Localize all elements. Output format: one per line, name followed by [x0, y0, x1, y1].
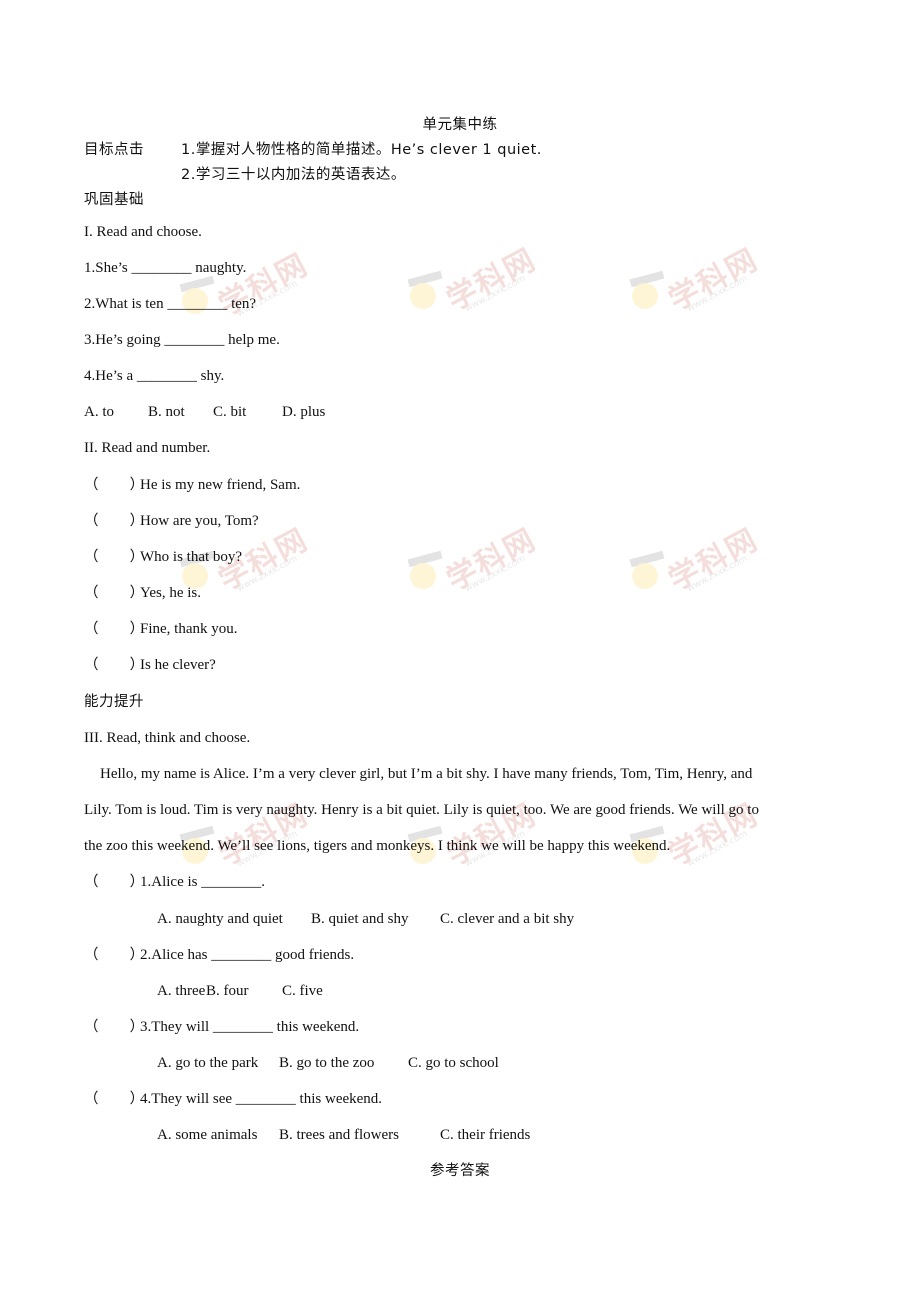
part3-question: （ ）3.They will ________ this weekend.	[84, 1018, 359, 1036]
answer-paren[interactable]: （ ）	[84, 946, 144, 964]
page-title: 单元集中练	[422, 117, 498, 133]
part3-question: （ ）1.Alice is ________.	[84, 873, 265, 891]
part3-question-stem: 4.They will see ________ this weekend.	[140, 1091, 383, 1107]
part3-question-stem: 2.Alice has ________ good friends.	[140, 947, 355, 963]
part2-item-text: Yes, he is.	[140, 585, 201, 601]
part3-option: B. four	[206, 983, 249, 999]
watermark-logo: 学科网 www.zxxk.com	[629, 242, 780, 325]
part2-item: （ ）He is my new friend, Sam.	[84, 476, 300, 494]
part2-heading: II. Read and number.	[84, 440, 211, 456]
document-page: 学科网 www.zxxk.com 学科网 www.zxxk.com 学科网 www.z…	[0, 0, 920, 1302]
answer-paren[interactable]: （ ）	[84, 476, 144, 494]
passage-line: Lily. Tom is loud. Tim is very naughty. …	[84, 802, 759, 818]
objective-item: 2.学习三十以内加法的英语表达。	[181, 167, 406, 183]
part3-question: （ ）2.Alice has ________ good friends.	[84, 946, 354, 964]
section-heading-basics: 巩固基础	[84, 192, 144, 208]
watermark-logo: 学科网 www.zxxk.com	[407, 522, 558, 605]
part3-option: A. three	[157, 983, 206, 999]
part2-item: （ ）Who is that boy?	[84, 548, 242, 566]
part3-option: C. five	[282, 983, 323, 999]
answer-paren[interactable]: （ ）	[84, 1018, 144, 1036]
section-heading-advanced: 能力提升	[84, 694, 144, 710]
part3-option: C. their friends	[440, 1127, 531, 1143]
answer-paren[interactable]: （ ）	[84, 620, 144, 638]
objective-item: 1.掌握对人物性格的简单描述。He’s clever 1 quiet.	[181, 142, 542, 158]
answer-paren[interactable]: （ ）	[84, 512, 144, 530]
part3-option: C. clever and a bit shy	[440, 911, 575, 927]
part2-item-text: Is he clever?	[140, 657, 216, 673]
answer-paren[interactable]: （ ）	[84, 873, 144, 891]
part2-item-text: He is my new friend, Sam.	[140, 477, 301, 493]
part2-item-text: Fine, thank you.	[140, 621, 238, 637]
part1-option: D. plus	[282, 404, 326, 420]
part2-item-text: Who is that boy?	[140, 549, 243, 565]
part3-option: A. naughty and quiet	[157, 911, 283, 927]
part3-option: A. go to the park	[157, 1055, 259, 1071]
part3-question-stem: 3.They will ________ this weekend.	[140, 1019, 360, 1035]
part3-option: B. go to the zoo	[279, 1055, 375, 1071]
watermark-logo: 学科网 www.zxxk.com	[629, 522, 780, 605]
part1-question: 2.What is ten ________ ten?	[84, 296, 257, 312]
part3-question: （ ）4.They will see ________ this weekend…	[84, 1090, 382, 1108]
part3-option: C. go to school	[408, 1055, 499, 1071]
part3-heading: III. Read, think and choose.	[84, 730, 251, 746]
objectives-label: 目标点击	[84, 142, 144, 158]
part1-question: 4.He’s a ________ shy.	[84, 368, 225, 384]
passage-line: Hello, my name is Alice. I’m a very clev…	[100, 766, 753, 782]
answers-heading: 参考答案	[430, 1163, 490, 1179]
answer-paren[interactable]: （ ）	[84, 584, 144, 602]
watermark-logo: 学科网 www.zxxk.com	[407, 242, 558, 325]
part2-item: （ ）How are you, Tom?	[84, 512, 259, 530]
answer-paren[interactable]: （ ）	[84, 548, 144, 566]
part1-question: 1.She’s ________ naughty.	[84, 260, 247, 276]
part1-option: B. not	[148, 404, 185, 420]
part3-option: A. some animals	[157, 1127, 258, 1143]
part1-question: 3.He’s going ________ help me.	[84, 332, 280, 348]
part1-heading: I. Read and choose.	[84, 224, 202, 240]
answer-paren[interactable]: （ ）	[84, 656, 144, 674]
part2-item: （ ）Fine, thank you.	[84, 620, 238, 638]
part2-item-text: How are you, Tom?	[140, 513, 259, 529]
part3-option: B. quiet and shy	[311, 911, 409, 927]
part2-item: （ ）Is he clever?	[84, 656, 216, 674]
answer-paren[interactable]: （ ）	[84, 1090, 144, 1108]
part1-option: A. to	[84, 404, 114, 420]
part3-question-stem: 1.Alice is ________.	[140, 874, 265, 890]
part2-item: （ ）Yes, he is.	[84, 584, 201, 602]
part1-option: C. bit	[213, 404, 247, 420]
passage-line: the zoo this weekend. We’ll see lions, t…	[84, 838, 671, 854]
part3-option: B. trees and flowers	[279, 1127, 399, 1143]
